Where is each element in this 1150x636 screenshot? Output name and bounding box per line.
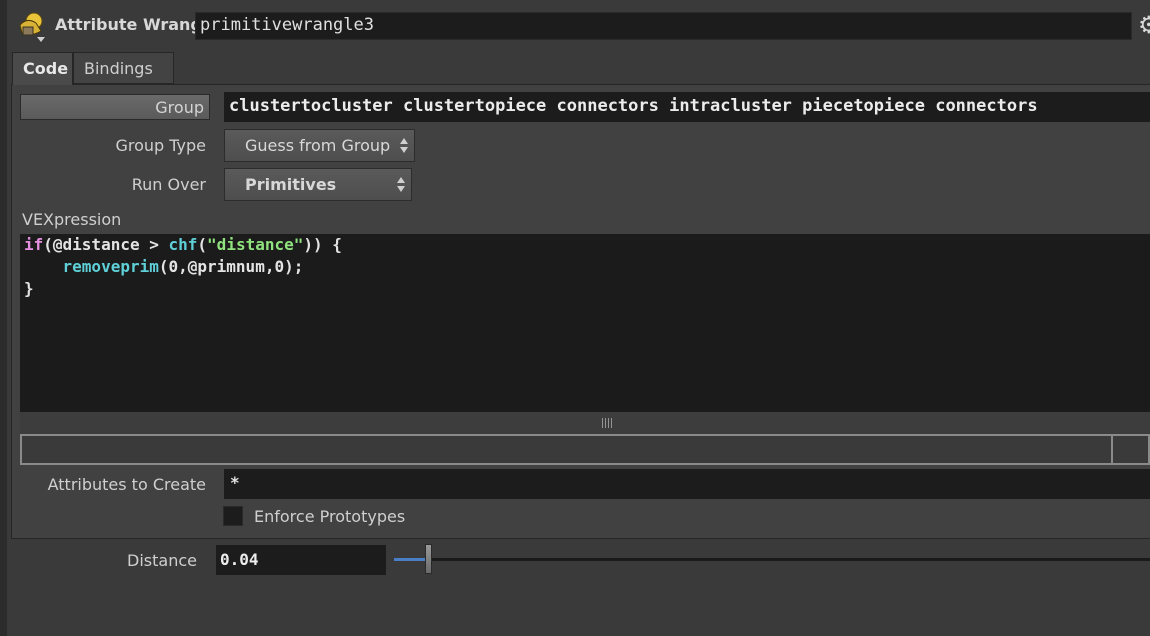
group-button[interactable]: Group	[20, 94, 210, 120]
wrangle-node-icon	[19, 12, 45, 42]
resize-grip-icon[interactable]	[602, 418, 614, 428]
vexpression-label: VEXpression	[22, 210, 122, 229]
left-edge	[0, 0, 7, 636]
group-type-menu[interactable]: Guess from Group	[224, 129, 415, 162]
run-over-value: Primitives	[245, 175, 337, 194]
distance-slider-handle[interactable]	[425, 544, 433, 574]
editor-resize-splitter[interactable]	[20, 412, 1150, 434]
tab-bindings[interactable]: Bindings	[73, 52, 174, 84]
tab-code[interactable]: Code	[12, 52, 73, 85]
menu-arrows-icon	[397, 176, 405, 194]
group-type-label: Group Type	[115, 136, 206, 155]
run-over-menu[interactable]: Primitives	[224, 168, 412, 201]
code-line: removeprim(0,@primnum,0);	[62, 257, 304, 276]
attributes-to-create-label: Attributes to Create	[47, 475, 206, 494]
status-bar-divider	[1111, 436, 1113, 464]
parameter-header: Attribute Wrangle primitivewrangle3 ⚙	[7, 0, 1150, 50]
distance-slider-fill	[394, 558, 429, 561]
gear-icon[interactable]: ⚙	[1138, 12, 1150, 38]
code-line: if(@distance > chf("distance")) {	[24, 235, 342, 254]
distance-slider-track[interactable]	[394, 558, 1150, 561]
group-type-value: Guess from Group	[245, 136, 391, 155]
group-field[interactable]: clustertocluster clustertopiece connecto…	[224, 92, 1150, 122]
distance-label: Distance	[127, 551, 197, 570]
node-type-label: Attribute Wrangle	[55, 15, 219, 34]
vex-code-editor[interactable]: if(@distance > chf("distance")) { remove…	[20, 234, 1150, 412]
enforce-prototypes-label: Enforce Prototypes	[254, 507, 406, 526]
editor-status-bar	[20, 434, 1150, 465]
node-name-field[interactable]: primitivewrangle3	[195, 12, 1132, 40]
enforce-prototypes-checkbox[interactable]	[223, 506, 243, 526]
code-line: }	[24, 279, 34, 298]
distance-field[interactable]: 0.04	[216, 545, 386, 575]
attributes-to-create-field[interactable]: *	[224, 469, 1150, 499]
menu-arrows-icon	[400, 137, 408, 155]
run-over-label: Run Over	[131, 175, 206, 194]
